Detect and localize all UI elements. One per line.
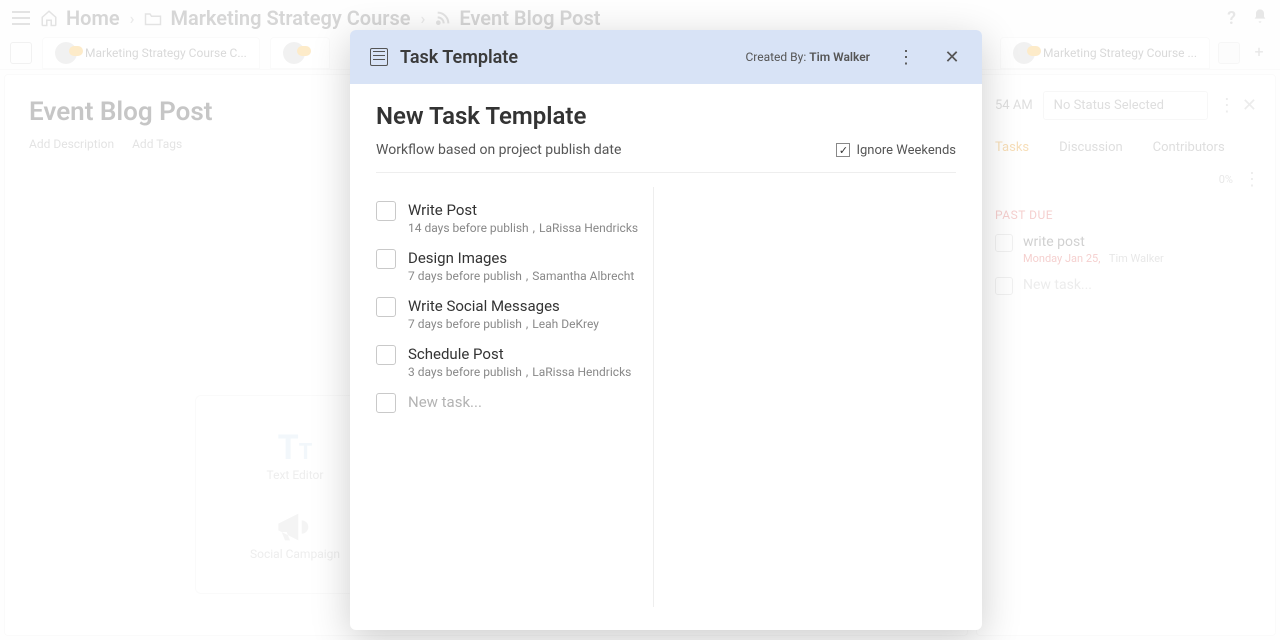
checkbox[interactable]	[376, 201, 396, 221]
checkbox[interactable]	[376, 345, 396, 365]
task-assignee: LaRissa Hendricks	[539, 221, 638, 235]
task-timing: 7 days before publish	[408, 269, 522, 283]
checkbox[interactable]	[376, 393, 396, 413]
kebab-icon[interactable]: ⋮	[896, 47, 916, 68]
new-task-row[interactable]: New task...	[376, 393, 639, 413]
task-timing: 3 days before publish	[408, 365, 522, 379]
task-name: Design Images	[408, 249, 634, 267]
task-assignee: Leah DeKrey	[532, 317, 599, 331]
task-timing: 7 days before publish	[408, 317, 522, 331]
task-assignee: LaRissa Hendricks	[532, 365, 631, 379]
created-by-label: Created By:	[745, 50, 806, 64]
ignore-weekends-label: Ignore Weekends	[856, 143, 956, 158]
template-task-row[interactable]: Schedule Post3 days before publish,LaRis…	[376, 345, 639, 379]
checkbox[interactable]	[376, 297, 396, 317]
created-by-name: Tim Walker	[809, 50, 870, 64]
workflow-label: Workflow based on project publish date	[376, 142, 621, 158]
modal-header-title: Task Template	[400, 47, 518, 68]
template-task-row[interactable]: Write Social Messages 7 days before publi…	[376, 297, 639, 331]
task-name: Write Social Messages	[408, 297, 599, 315]
task-template-modal: Task Template Created By: Tim Walker ⋮ ✕…	[350, 30, 982, 630]
new-task-label: New task...	[408, 393, 482, 413]
task-assignee: Samantha Albrecht	[532, 269, 634, 283]
close-icon[interactable]: ✕	[942, 47, 962, 68]
task-name: Write Post	[408, 201, 638, 219]
ignore-weekends-toggle[interactable]: ✓ Ignore Weekends	[836, 143, 956, 158]
template-icon	[370, 48, 388, 66]
template-task-row[interactable]: Write Post14 days before publish,LaRissa…	[376, 201, 639, 235]
checkbox-checked[interactable]: ✓	[836, 143, 850, 157]
created-by: Created By: Tim Walker	[745, 50, 870, 64]
template-title[interactable]: New Task Template	[376, 102, 956, 130]
task-name: Schedule Post	[408, 345, 631, 363]
task-timing: 14 days before publish	[408, 221, 529, 235]
template-task-row[interactable]: Design Images7 days before publish,Saman…	[376, 249, 639, 283]
checkbox[interactable]	[376, 249, 396, 269]
